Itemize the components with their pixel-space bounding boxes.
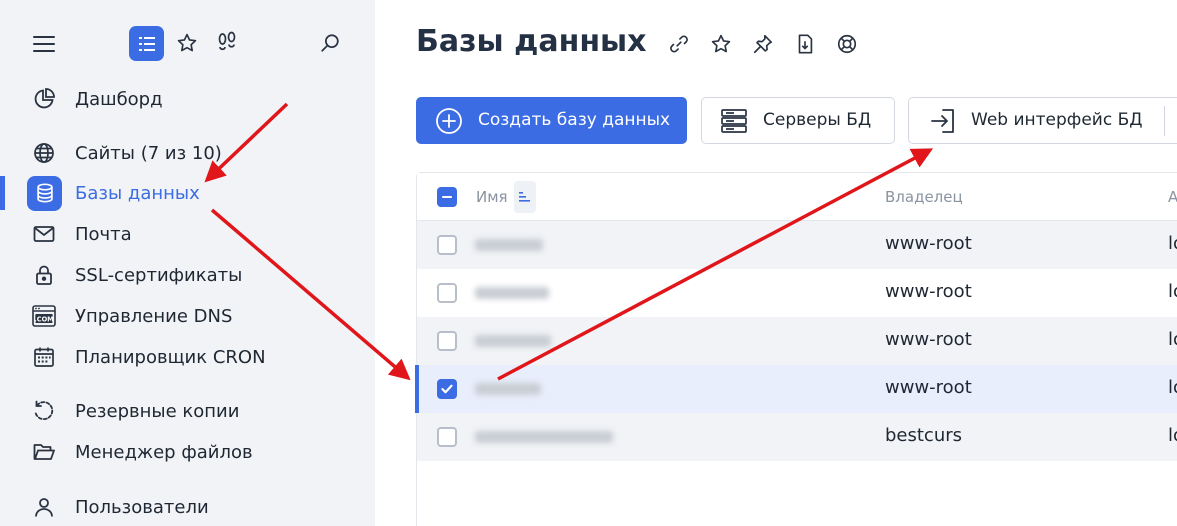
globe-icon: [29, 138, 59, 168]
sidebar-item-mail[interactable]: Почта: [0, 216, 375, 252]
column-header-name[interactable]: Имя: [476, 188, 508, 206]
main-content: Базы данных Создать базу данных Серверы …: [375, 0, 1177, 526]
sidebar-item-cron[interactable]: Планировщик CRON: [0, 339, 375, 375]
sidebar-item-label: Планировщик CRON: [75, 346, 266, 368]
footsteps-icon[interactable]: [213, 29, 241, 57]
sidebar-item-ssl[interactable]: SSL-сертификаты: [0, 257, 375, 293]
table-row[interactable]: www-root lo: [417, 317, 1177, 365]
db-web-interface-button[interactable]: Web интерфейс БД: [908, 97, 1177, 144]
sidebar-item-sites[interactable]: Сайты (7 из 10): [0, 135, 375, 171]
db-servers-button[interactable]: Серверы БД: [701, 97, 895, 144]
sidebar-item-label: Базы данных: [75, 182, 200, 204]
help-lifebuoy-icon[interactable]: [831, 28, 863, 60]
row-owner: www-root: [885, 329, 972, 350]
title-toolbar: [663, 28, 863, 60]
blurred-name: [475, 377, 665, 403]
blurred-name: [475, 329, 665, 355]
sidebar-item-backups[interactable]: Резервные копии: [0, 393, 375, 429]
lock-icon: [29, 260, 59, 290]
table-row[interactable]: bestcurs lo: [417, 413, 1177, 461]
page-title: Базы данных: [416, 24, 647, 59]
plus-circle-icon: [435, 107, 463, 135]
calendar-icon: [29, 342, 59, 372]
table-header: Имя Владелец А: [417, 173, 1177, 221]
sidebar-item-label: SSL-сертификаты: [75, 264, 243, 286]
row-owner: bestcurs: [885, 425, 963, 446]
sidebar-item-label: Почта: [75, 223, 132, 245]
mail-icon: [29, 219, 59, 249]
favorites-star-icon[interactable]: [173, 29, 201, 57]
row-checkbox[interactable]: [437, 235, 457, 255]
backup-icon: [29, 396, 59, 426]
db-servers-label: Серверы БД: [763, 110, 872, 130]
sidebar-top-bar: [0, 0, 375, 86]
row-owner: www-root: [885, 281, 972, 302]
star-icon[interactable]: [705, 28, 737, 60]
sort-icon[interactable]: [514, 181, 536, 213]
sidebar-item-dns[interactable]: .COM Управление DNS: [0, 298, 375, 334]
database-icon: [27, 175, 62, 211]
blurred-name: [475, 425, 665, 451]
sign-in-icon: [929, 107, 957, 135]
row-owner: www-root: [885, 377, 972, 398]
table-row[interactable]: www-root lo: [417, 221, 1177, 269]
sidebar: Дашборд Сайты (7 из 10) Базы данных Почт…: [0, 0, 375, 526]
dns-com-icon: .COM: [29, 301, 59, 331]
sidebar-item-label: Резервные копии: [75, 400, 240, 422]
column-header-third[interactable]: А: [1168, 188, 1177, 206]
sidebar-item-label: Сайты (7 из 10): [75, 142, 222, 164]
sidebar-item-databases[interactable]: Базы данных: [0, 175, 375, 211]
create-database-button[interactable]: Создать базу данных: [416, 97, 687, 144]
list-view-icon[interactable]: [129, 26, 164, 61]
sidebar-item-label: Управление DNS: [75, 305, 233, 327]
sidebar-item-dashboard[interactable]: Дашборд: [0, 81, 375, 117]
blurred-name: [475, 233, 665, 259]
pin-icon[interactable]: [747, 28, 779, 60]
column-header-owner[interactable]: Владелец: [885, 188, 963, 206]
button-divider: [1164, 106, 1165, 136]
sidebar-item-users[interactable]: Пользователи: [0, 489, 375, 525]
menu-icon[interactable]: [30, 30, 58, 58]
sidebar-item-label: Дашборд: [75, 88, 163, 110]
row-third-cell: lo: [1168, 329, 1177, 350]
row-checkbox[interactable]: [437, 283, 457, 303]
db-web-interface-label: Web интерфейс БД: [971, 110, 1143, 130]
table-row[interactable]: www-root lo: [417, 269, 1177, 317]
create-database-label: Создать базу данных: [478, 110, 671, 130]
search-icon[interactable]: [316, 29, 344, 57]
table-row-selected[interactable]: www-root lo: [415, 365, 1177, 413]
row-checkbox[interactable]: [437, 427, 457, 447]
row-checkbox-checked[interactable]: [437, 379, 457, 399]
sidebar-item-label: Менеджер файлов: [75, 441, 253, 463]
select-all-checkbox[interactable]: [437, 187, 457, 207]
databases-table: Имя Владелец А www-root lo www-root lo w…: [415, 172, 1177, 526]
folder-icon: [29, 437, 59, 467]
pie-chart-icon: [29, 84, 59, 114]
svg-text:.COM: .COM: [34, 315, 54, 323]
link-icon[interactable]: [663, 28, 695, 60]
row-checkbox[interactable]: [437, 331, 457, 351]
row-third-cell: lo: [1168, 377, 1177, 398]
blurred-name: [475, 281, 665, 307]
row-third-cell: lo: [1168, 281, 1177, 302]
sidebar-item-file-manager[interactable]: Менеджер файлов: [0, 434, 375, 470]
row-third-cell: lo: [1168, 233, 1177, 254]
server-icon: [720, 107, 748, 135]
download-doc-icon[interactable]: [789, 28, 821, 60]
row-third-cell: lo: [1168, 425, 1177, 446]
row-owner: www-root: [885, 233, 972, 254]
sidebar-item-label: Пользователи: [75, 496, 209, 518]
user-icon: [29, 492, 59, 522]
